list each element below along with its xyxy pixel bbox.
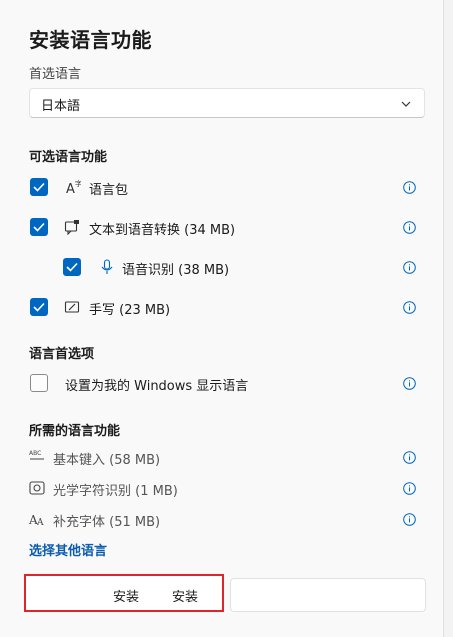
install-button-highlight[interactable]: 安装 安装 (24, 574, 224, 612)
handwriting-label: 手写 (23 MB) (89, 303, 171, 318)
supplemental-fonts-label: 补充字体 (51 MB) (53, 515, 161, 530)
preferred-language-label: 首选语言 (29, 67, 82, 82)
scan-icon (29, 481, 45, 495)
pen-icon (64, 301, 80, 313)
feature-row-handwriting: 手写 (23 MB) (0, 296, 443, 318)
language-pack-label: 语言包 (89, 183, 129, 198)
info-icon[interactable] (403, 482, 416, 495)
info-icon[interactable] (403, 221, 416, 234)
svg-text:A: A (36, 518, 44, 527)
basic-typing-label: 基本键入 (58 MB) (53, 453, 161, 468)
checkmark-icon (33, 182, 45, 192)
feature-row-language-pack: A 字 语言包 (0, 176, 443, 198)
preference-row-display-language: 设置为我的 Windows 显示语言 (0, 372, 443, 394)
required-row-basic-typing: ABC 基本键入 (58 MB) (0, 446, 443, 468)
text-to-speech-label: 文本到语音转换 (34 MB) (89, 223, 236, 238)
abc-keyboard-icon: ABC (29, 450, 44, 460)
microphone-icon (101, 259, 113, 274)
info-icon[interactable] (403, 261, 416, 274)
optional-features-heading: 可选语言功能 (29, 150, 108, 165)
svg-text:A: A (66, 182, 75, 195)
font-icon: A A (29, 513, 44, 527)
preferred-language-value: 日本語 (41, 99, 81, 114)
install-button-label: 安装 (113, 590, 140, 605)
svg-text:ABC: ABC (29, 450, 41, 457)
required-row-fonts: A A 补充字体 (51 MB) (0, 508, 443, 530)
info-icon[interactable] (403, 181, 416, 194)
speech-recognition-label: 语音识别 (38 MB) (122, 263, 230, 278)
svg-text:字: 字 (75, 179, 81, 188)
language-preferences-heading: 语言首选项 (29, 347, 95, 362)
required-row-ocr: 光学字符识别 (1 MB) (0, 477, 443, 499)
display-language-checkbox[interactable] (30, 374, 48, 392)
preferred-language-dropdown[interactable]: 日本語 (29, 88, 425, 118)
text-to-speech-checkbox[interactable] (30, 218, 48, 236)
language-pack-icon: A 字 (66, 179, 81, 195)
install-button-label-duplicate: 安装 (172, 590, 199, 605)
handwriting-checkbox[interactable] (30, 298, 48, 316)
checkmark-icon (66, 262, 78, 272)
info-icon[interactable] (403, 513, 416, 526)
checkmark-icon (33, 302, 45, 312)
cancel-button[interactable] (230, 578, 426, 612)
required-features-heading: 所需的语言功能 (29, 424, 121, 439)
language-pack-checkbox[interactable] (30, 178, 48, 196)
info-icon[interactable] (403, 451, 416, 464)
choose-other-language-link[interactable]: 选择其他语言 (29, 540, 107, 559)
speech-bubble-icon (64, 220, 79, 235)
checkmark-icon (33, 222, 45, 232)
feature-row-text-to-speech: 文本到语音转换 (34 MB) (0, 216, 443, 238)
feature-row-speech-recognition: 语音识别 (38 MB) (0, 256, 443, 278)
speech-recognition-checkbox[interactable] (63, 258, 81, 276)
ocr-label: 光学字符识别 (1 MB) (53, 484, 178, 499)
chevron-down-icon (401, 101, 411, 107)
display-language-label: 设置为我的 Windows 显示语言 (65, 379, 249, 394)
info-icon[interactable] (403, 377, 416, 390)
info-icon[interactable] (403, 301, 416, 314)
dialog-title: 安装语言功能 (29, 28, 152, 52)
install-language-dialog: 安装语言功能 首选语言 日本語 可选语言功能 A 字 语言包 文本到语音转换 (… (0, 0, 444, 637)
